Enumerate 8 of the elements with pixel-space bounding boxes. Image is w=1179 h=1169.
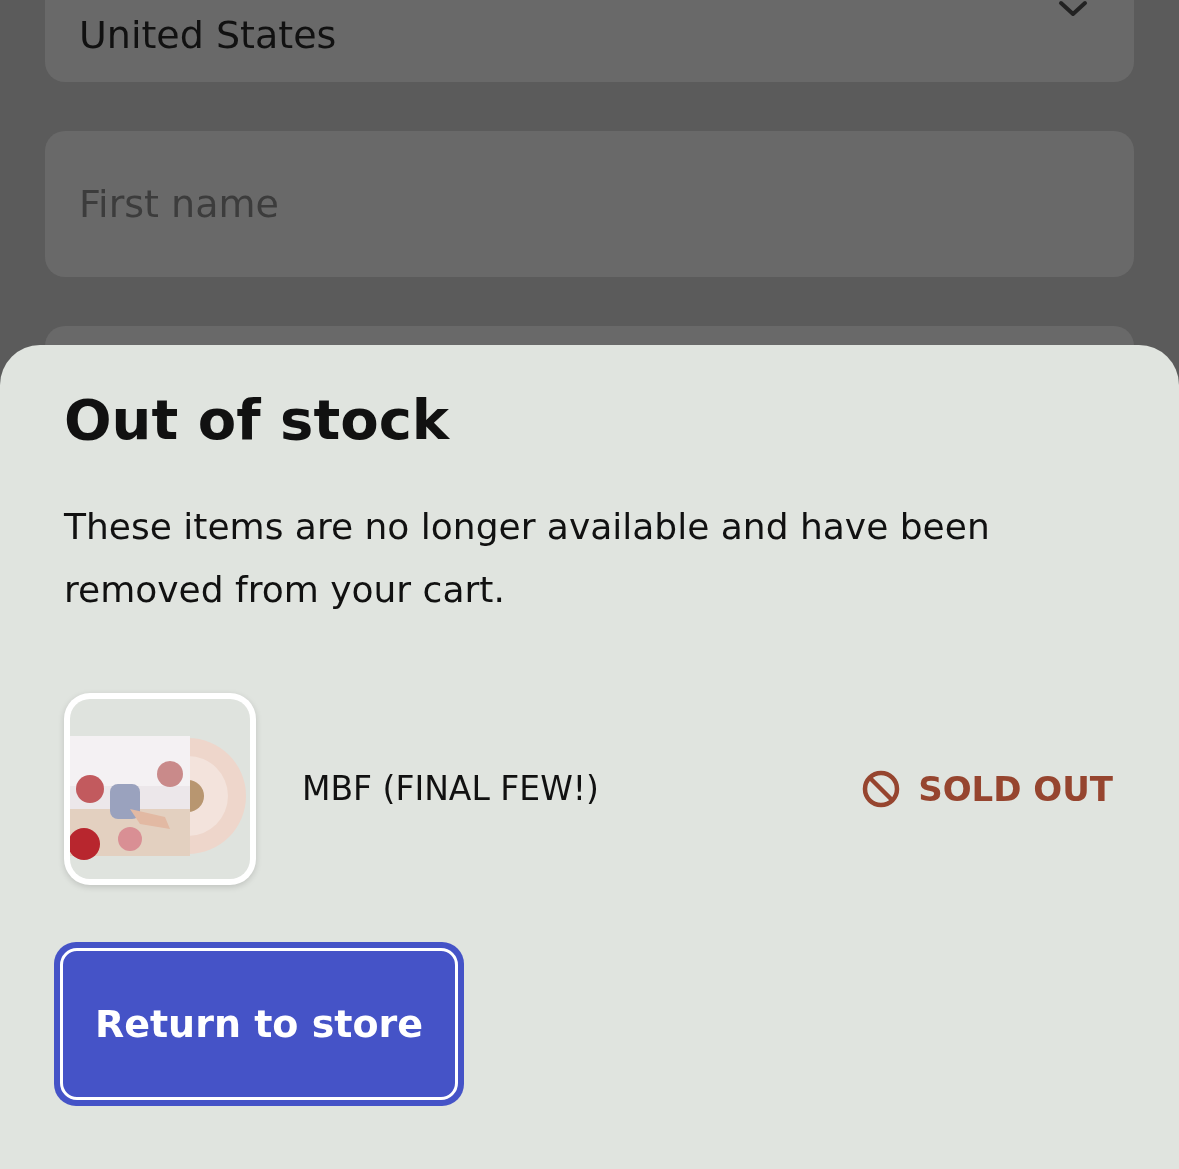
dialog-message: These items are no longer available and have been removed from your cart.: [64, 505, 991, 612]
return-to-store-button[interactable]: Return to store: [54, 942, 464, 1106]
sold-out-label: SOLD OUT: [918, 767, 1113, 811]
chevron-down-icon: [1058, 0, 1088, 18]
product-name: MBF (FINAL FEW!): [302, 768, 600, 811]
country-select[interactable]: United States: [45, 0, 1134, 82]
dialog-title: Out of stock: [64, 386, 451, 454]
prohibited-icon: [862, 770, 901, 808]
